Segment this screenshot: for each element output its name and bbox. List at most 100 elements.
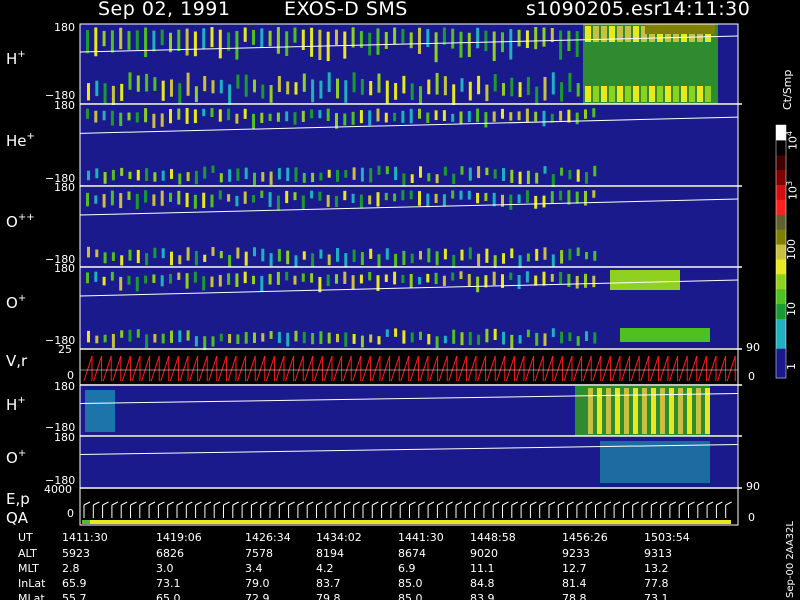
burst-mark (410, 332, 414, 343)
burst-mark (326, 108, 330, 122)
burst-mark (568, 248, 572, 261)
burst-mark (311, 253, 315, 268)
burst-mark (543, 166, 547, 174)
burst-mark (551, 174, 555, 188)
burst-mark (319, 80, 323, 99)
burst-mark (152, 274, 156, 283)
burst-mark (161, 170, 165, 181)
low-flux-region (85, 390, 115, 432)
burst-mark (467, 32, 471, 58)
colorbar-segment (776, 199, 786, 215)
ephemeris-cell: 72.9 (245, 592, 270, 600)
burst-mark (135, 276, 139, 292)
burst-mark (493, 255, 497, 268)
burst-mark (260, 275, 264, 292)
burst-mark (160, 29, 164, 46)
burst-mark (252, 275, 255, 285)
burst-mark (542, 110, 546, 127)
burst-mark (276, 112, 280, 122)
intense-mark (705, 388, 710, 434)
burst-mark (484, 192, 488, 202)
burst-mark (559, 190, 563, 201)
burst-mark (269, 171, 273, 185)
burst-mark (326, 274, 330, 287)
burst-mark (228, 254, 232, 267)
burst-mark (177, 190, 181, 205)
burst-mark (343, 271, 347, 284)
intense-mark (633, 86, 639, 102)
burst-mark (285, 31, 289, 57)
burst-mark (185, 108, 189, 124)
burst-mark (128, 171, 132, 180)
burst-mark (518, 171, 522, 185)
ephemeris-label-inlat: InLat (18, 577, 46, 590)
burst-mark (377, 73, 381, 93)
burst-mark (236, 74, 240, 89)
burst-mark (243, 27, 247, 42)
burst-mark (485, 84, 489, 102)
burst-mark (252, 29, 255, 45)
burst-mark (302, 331, 306, 344)
burst-mark (359, 110, 363, 124)
burst-mark (294, 167, 298, 182)
burst-mark (301, 110, 305, 122)
burst-mark (319, 249, 323, 259)
burst-mark (276, 195, 280, 211)
burst-mark (584, 109, 587, 119)
burst-mark (376, 108, 380, 122)
ephemeris-cell: 1448:58 (470, 531, 516, 544)
burst-mark (394, 328, 398, 337)
burst-mark (543, 333, 547, 346)
burst-mark (127, 275, 131, 285)
burst-mark (517, 194, 521, 204)
burst-mark (145, 334, 149, 349)
burst-mark (293, 27, 297, 43)
burst-mark (377, 165, 381, 175)
burst-mark (426, 273, 430, 283)
burst-mark (492, 271, 496, 286)
burst-mark (293, 192, 297, 201)
burst-mark (526, 253, 530, 262)
burst-mark (493, 328, 497, 340)
burst-mark (302, 251, 306, 260)
burst-mark (243, 108, 247, 119)
burst-mark (210, 27, 214, 48)
burst-mark (443, 166, 447, 176)
ephemeris-cell: 8674 (398, 547, 426, 560)
burst-mark (477, 166, 481, 179)
burst-mark (302, 172, 306, 183)
burst-mark (218, 29, 222, 59)
burst-mark (551, 72, 555, 95)
burst-mark (402, 75, 406, 94)
burst-mark (102, 276, 106, 286)
burst-mark (269, 85, 273, 103)
burst-mark (243, 271, 247, 284)
intense-mark (593, 86, 599, 102)
burst-mark (253, 172, 256, 185)
ephemeris-cell: 65.0 (156, 592, 181, 600)
intense-mark (620, 328, 710, 342)
burst-mark (120, 255, 124, 266)
burst-mark (260, 112, 264, 124)
burst-mark (560, 167, 564, 176)
burst-mark (135, 30, 139, 50)
burst-mark (145, 168, 149, 181)
burst-mark (186, 172, 190, 182)
ephemeris-label-mlat: MLat (18, 592, 45, 600)
burst-mark (310, 27, 314, 57)
burst-mark (178, 255, 182, 265)
burst-mark (311, 79, 315, 103)
burst-mark (468, 167, 472, 181)
burst-mark (228, 84, 232, 105)
tick-h-plus-max: 180 (54, 21, 75, 34)
burst-mark (110, 190, 114, 206)
burst-mark (443, 335, 447, 344)
burst-mark (111, 333, 115, 348)
burst-mark (434, 110, 438, 121)
intense-mark (625, 26, 631, 42)
burst-mark (442, 110, 446, 121)
burst-mark (435, 336, 439, 349)
burst-mark (410, 83, 414, 101)
burst-mark (110, 30, 114, 53)
burst-mark (210, 108, 214, 117)
